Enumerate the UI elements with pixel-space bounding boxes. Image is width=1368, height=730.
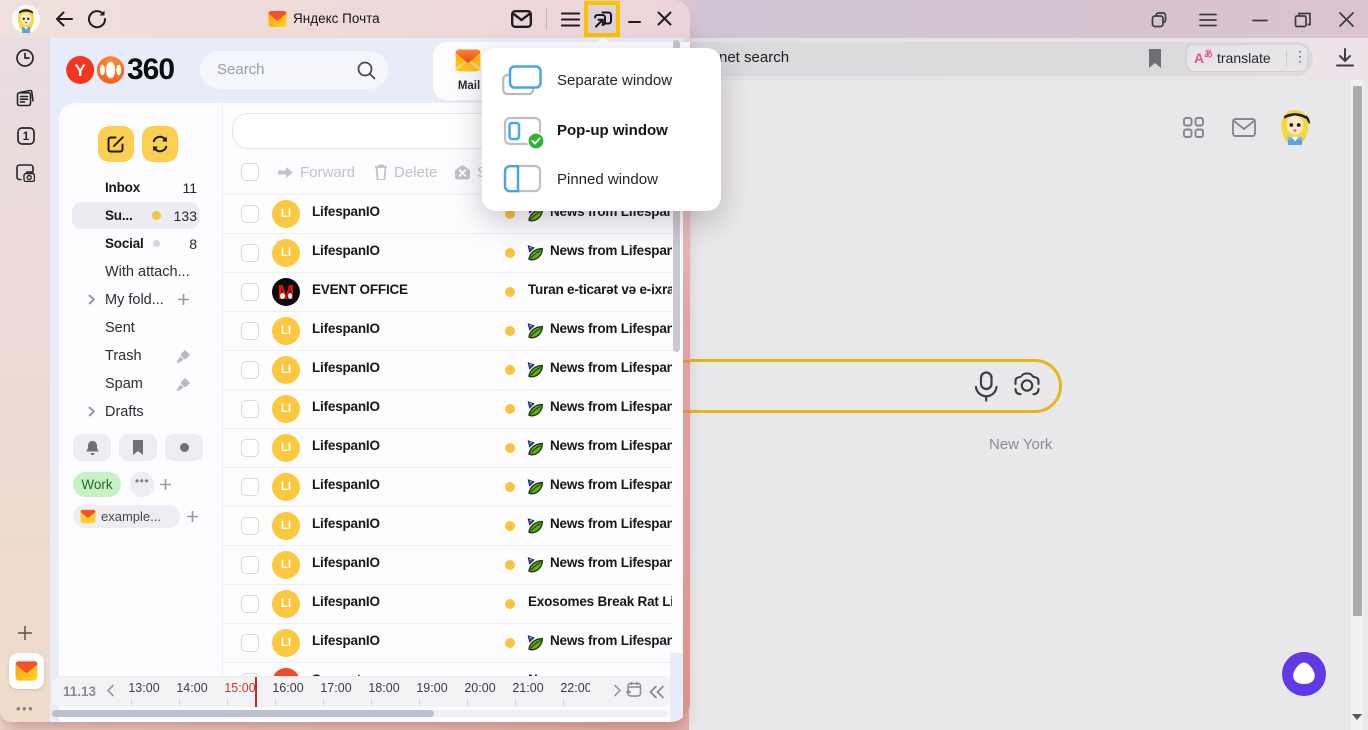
svg-text:1: 1 [23, 131, 30, 143]
svg-text:Y: Y [75, 61, 87, 80]
